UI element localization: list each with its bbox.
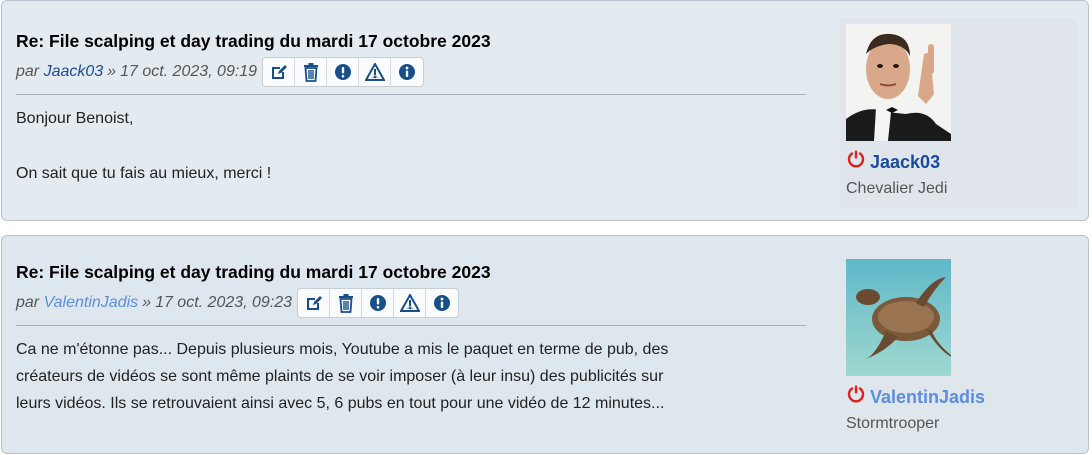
- edit-icon: [271, 65, 287, 79]
- offline-icon: [846, 149, 866, 174]
- post-divider: [16, 94, 806, 95]
- avatar[interactable]: [846, 259, 951, 376]
- post-1: Re: File scalping et day trading du mard…: [1, 0, 1089, 221]
- post-profile: ValentinJadis Stormtrooper: [840, 254, 1077, 443]
- user-rank: Stormtrooper: [846, 415, 940, 432]
- report-icon: [334, 64, 351, 80]
- report-icon: [369, 295, 386, 311]
- warn-button[interactable]: [359, 58, 392, 86]
- edit-icon: [306, 296, 322, 310]
- post-date: 17 oct. 2023, 09:23: [155, 294, 293, 311]
- post-profile: Jaack03 Chevalier Jedi: [840, 19, 1077, 208]
- edit-button[interactable]: [263, 58, 296, 86]
- info-button[interactable]: [391, 58, 423, 86]
- avatar[interactable]: [846, 24, 951, 141]
- info-button[interactable]: [426, 289, 458, 317]
- report-button[interactable]: [362, 289, 395, 317]
- offline-icon: [846, 384, 866, 409]
- separator: »: [142, 294, 152, 311]
- content-line: créateurs de vidéos se sont même plaints…: [16, 368, 664, 385]
- username-row: Jaack03: [846, 149, 1077, 174]
- post-author-line: par ValentinJadis » 17 oct. 2023, 09:23: [16, 288, 806, 318]
- author-link[interactable]: ValentinJadis: [44, 294, 139, 312]
- post-2: Re: File scalping et day trading du mard…: [1, 235, 1089, 454]
- content-line: leurs vidéos. Ils se retrouvaient ainsi …: [16, 395, 665, 412]
- separator: »: [107, 63, 117, 80]
- content-line: Bonjour Benoist,: [16, 110, 134, 127]
- warn-button[interactable]: [394, 289, 427, 317]
- warn-icon: [364, 63, 385, 81]
- info-icon: [399, 64, 416, 80]
- info-icon: [434, 295, 451, 311]
- post-content: Ca ne m'étonne pas... Depuis plusieurs m…: [16, 336, 806, 417]
- delete-button[interactable]: [295, 58, 328, 86]
- by-label: par: [16, 63, 40, 80]
- content-line: On sait que tu fais au mieux, merci !: [16, 165, 272, 182]
- delete-icon: [303, 63, 318, 82]
- delete-button[interactable]: [330, 289, 363, 317]
- user-rank: Chevalier Jedi: [846, 180, 948, 197]
- post-body: Re: File scalping et day trading du mard…: [16, 31, 806, 187]
- post-title[interactable]: Re: File scalping et day trading du mard…: [16, 31, 806, 51]
- edit-button[interactable]: [298, 289, 331, 317]
- post-tools: [297, 288, 460, 318]
- post-title[interactable]: Re: File scalping et day trading du mard…: [16, 262, 806, 282]
- by-label: par: [16, 294, 40, 311]
- post-author-line: par Jaack03 » 17 oct. 2023, 09:19: [16, 57, 806, 87]
- post-content: Bonjour Benoist, On sait que tu fais au …: [16, 105, 806, 187]
- post-date: 17 oct. 2023, 09:19: [120, 63, 258, 80]
- post-body: Re: File scalping et day trading du mard…: [16, 262, 806, 417]
- content-line: Ca ne m'étonne pas... Depuis plusieurs m…: [16, 341, 669, 358]
- delete-icon: [338, 294, 353, 313]
- profile-username-link[interactable]: ValentinJadis: [870, 386, 985, 408]
- warn-icon: [399, 294, 420, 312]
- profile-username-link[interactable]: Jaack03: [870, 151, 940, 173]
- post-divider: [16, 325, 806, 326]
- post-tools: [262, 57, 425, 87]
- report-button[interactable]: [327, 58, 360, 86]
- username-row: ValentinJadis: [846, 384, 1077, 409]
- author-link[interactable]: Jaack03: [44, 63, 104, 81]
